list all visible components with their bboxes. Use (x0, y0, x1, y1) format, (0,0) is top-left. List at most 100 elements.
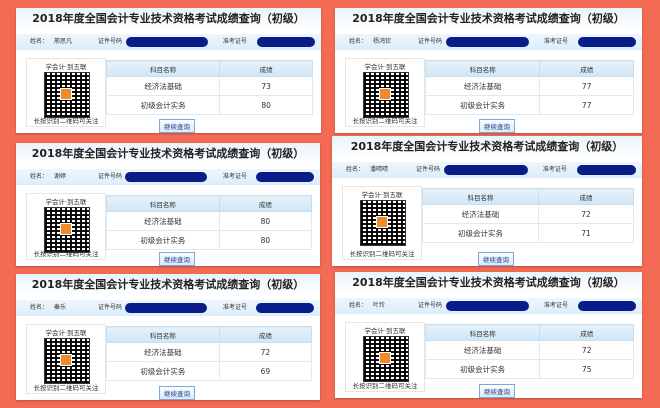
logo-icon (376, 216, 388, 228)
candidate-name: 谢婷 (54, 173, 67, 180)
page-title: 2018年度全国会计专业技术资格考试成绩查询（初级） (16, 8, 321, 30)
table-header-row: 科目名称 成绩 (105, 60, 313, 77)
candidate-info-bar: 姓名： 潘晴晴 证件号码 准考证号 (332, 162, 642, 178)
candidate-name: 邢思凡 (54, 38, 73, 45)
score-table: 科目名称 成绩 经济法基础 73 初级会计实务 80 (105, 60, 313, 115)
qr-promo: 学会计·到五联 长按识别二维码可关注 (345, 322, 425, 392)
candidate-name: 杨鸿钦 (373, 38, 392, 45)
table-row: 初级会计实务 80 (106, 230, 313, 250)
id-redaction (125, 172, 207, 182)
table-row: 初级会计实务 71 (421, 223, 634, 243)
table-row: 初级会计实务 69 (106, 361, 313, 381)
page-title: 2018年度全国会计专业技术资格考试成绩查询（初级） (335, 272, 642, 294)
ticket-label: 准考证号 (223, 173, 248, 180)
candidate-info-bar: 姓名： 邢思凡 证件号码 准考证号 (16, 34, 321, 50)
ticket-label: 准考证号 (544, 302, 569, 309)
qr-caption: 长按识别二维码可关注 (349, 250, 415, 258)
logo-icon (379, 88, 391, 100)
table-row: 经济法基础 73 (105, 76, 313, 96)
table-row: 经济法基础 80 (106, 211, 313, 231)
score-table: 科目名称 成绩 经济法基础 72 初级会计实务 75 (424, 324, 634, 379)
name-label: 姓名： (349, 38, 368, 45)
score-cell: 72 (218, 342, 313, 362)
ticket-redaction (256, 172, 314, 182)
qr-promo: 学会计·到五联 长按识别二维码可关注 (342, 186, 422, 260)
score-cell: 80 (218, 211, 313, 231)
continue-query-button[interactable]: 继续查询 (159, 386, 195, 400)
logo-icon (60, 354, 72, 366)
score-header: 成绩 (539, 324, 634, 341)
table-header-row: 科目名称 成绩 (424, 60, 634, 77)
table-row: 经济法基础 72 (106, 342, 313, 362)
continue-query-button[interactable]: 继续查询 (479, 119, 515, 133)
qr-promo: 学会计·到五联 长按识别二维码可关注 (26, 324, 106, 394)
candidate-info-bar: 姓名： 叶玲 证件号码 准考证号 (335, 298, 642, 314)
subject-cell: 经济法基础 (424, 76, 541, 96)
id-redaction (446, 301, 529, 311)
subject-header: 科目名称 (106, 195, 220, 212)
id-redaction (444, 165, 528, 175)
result-panel: 2018年度全国会计专业技术资格考试成绩查询（初级） 姓名： 潘晴晴 证件号码 … (332, 136, 642, 266)
id-redaction (125, 303, 207, 313)
candidate-name: 叶玲 (373, 302, 386, 309)
score-cell: 77 (539, 76, 634, 96)
result-panel: 2018年度全国会计专业技术资格考试成绩查询（初级） 姓名： 杨鸿钦 证件号码 … (335, 8, 642, 133)
candidate-info-bar: 姓名： 秦乐 证件号码 准考证号 (16, 300, 320, 316)
id-label: 证件号码 (416, 166, 441, 173)
continue-query-button[interactable]: 继续查询 (479, 384, 515, 398)
page-title: 2018年度全国会计专业技术资格考试成绩查询（初级） (16, 143, 320, 165)
subject-header: 科目名称 (424, 324, 541, 341)
continue-query-button[interactable]: 继续查询 (159, 119, 195, 133)
candidate-info-bar: 姓名： 杨鸿钦 证件号码 准考证号 (335, 34, 642, 50)
ticket-label: 准考证号 (223, 304, 248, 311)
score-table: 科目名称 成绩 经济法基础 77 初级会计实务 77 (424, 60, 634, 115)
candidate-name: 潘晴晴 (370, 166, 389, 173)
logo-icon (60, 88, 72, 100)
table-row: 经济法基础 77 (424, 76, 634, 96)
candidate-name: 秦乐 (54, 304, 67, 311)
table-row: 经济法基础 72 (421, 204, 634, 224)
table-row: 初级会计实务 80 (105, 95, 313, 115)
qr-heading: 学会计·到五联 (364, 63, 406, 71)
ticket-redaction (577, 165, 636, 175)
subject-cell: 初级会计实务 (421, 223, 540, 243)
score-cell: 71 (538, 223, 634, 243)
page-title: 2018年度全国会计专业技术资格考试成绩查询（初级） (16, 274, 320, 296)
subject-header: 科目名称 (105, 60, 221, 77)
result-panel: 2018年度全国会计专业技术资格考试成绩查询（初级） 姓名： 秦乐 证件号码 准… (16, 274, 320, 400)
table-header-row: 科目名称 成绩 (421, 188, 634, 205)
table-header-row: 科目名称 成绩 (106, 326, 313, 343)
qr-caption: 长按识别二维码可关注 (33, 250, 99, 258)
score-table: 科目名称 成绩 经济法基础 80 初级会计实务 80 (106, 195, 313, 250)
score-cell: 80 (218, 230, 313, 250)
score-header: 成绩 (539, 60, 634, 77)
subject-cell: 初级会计实务 (424, 95, 541, 115)
continue-query-button[interactable]: 继续查询 (159, 252, 195, 266)
qr-caption: 长按识别二维码可关注 (352, 382, 418, 390)
logo-icon (379, 352, 391, 364)
ticket-label: 准考证号 (543, 166, 568, 173)
page-title: 2018年度全国会计专业技术资格考试成绩查询（初级） (332, 136, 642, 158)
score-cell: 69 (218, 361, 313, 381)
subject-cell: 经济法基础 (424, 340, 541, 360)
id-redaction (446, 37, 529, 47)
id-label: 证件号码 (98, 173, 123, 180)
table-header-row: 科目名称 成绩 (106, 195, 313, 212)
ticket-label: 准考证号 (223, 38, 248, 45)
qr-caption: 长按识别二维码可关注 (352, 117, 418, 125)
subject-cell: 初级会计实务 (424, 359, 541, 379)
result-panel: 2018年度全国会计专业技术资格考试成绩查询（初级） 姓名： 谢婷 证件号码 准… (16, 143, 320, 266)
subject-cell: 初级会计实务 (106, 361, 220, 381)
table-header-row: 科目名称 成绩 (424, 324, 634, 341)
qr-caption: 长按识别二维码可关注 (33, 384, 99, 392)
score-table: 科目名称 成绩 经济法基础 72 初级会计实务 71 (421, 188, 634, 243)
ticket-redaction (578, 301, 636, 311)
subject-cell: 经济法基础 (106, 211, 220, 231)
subject-cell: 经济法基础 (105, 76, 221, 96)
subject-cell: 经济法基础 (421, 204, 540, 224)
ticket-redaction (257, 37, 315, 47)
continue-query-button[interactable]: 继续查询 (478, 252, 514, 266)
name-label: 姓名： (349, 302, 368, 309)
table-row: 经济法基础 72 (424, 340, 634, 360)
score-header: 成绩 (219, 60, 313, 77)
